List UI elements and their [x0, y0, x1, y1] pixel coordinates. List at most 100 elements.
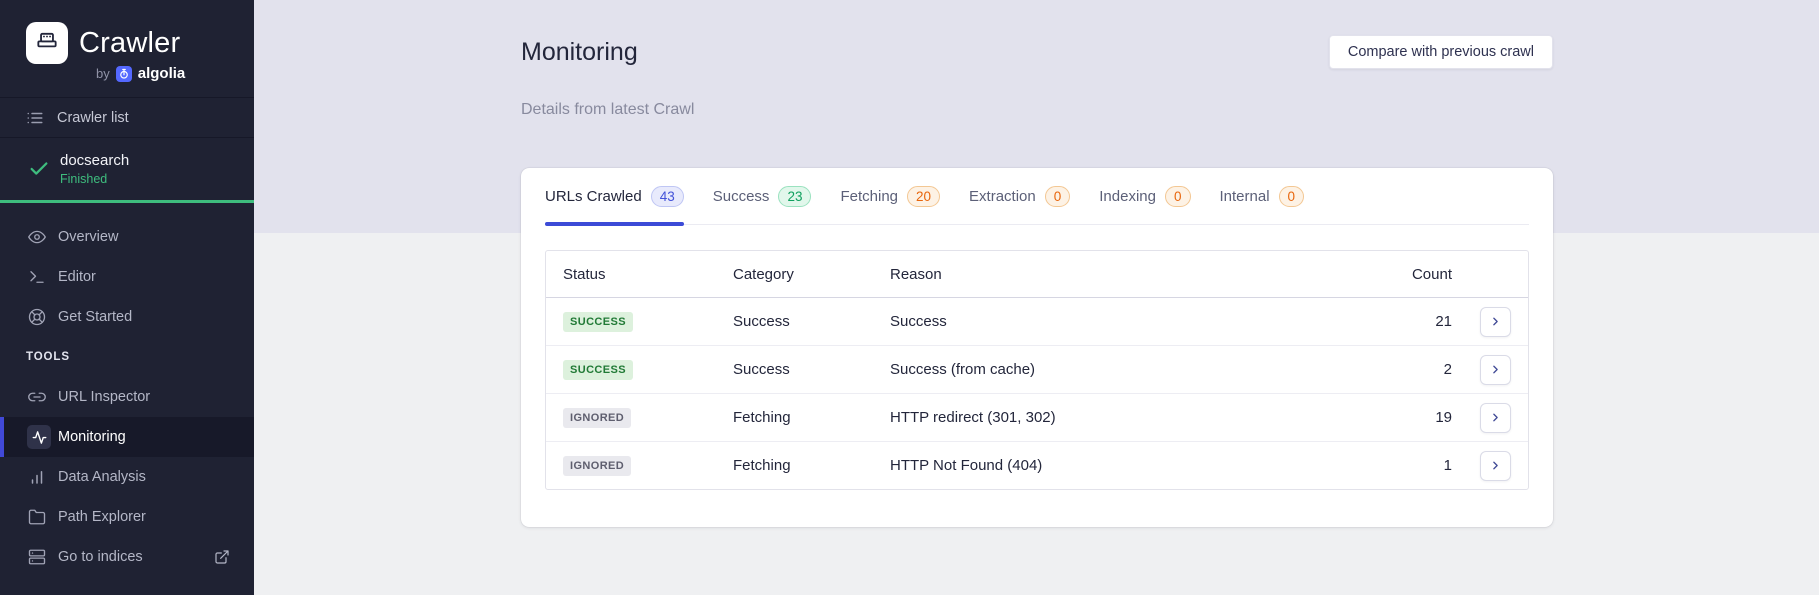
crawler-name: docsearch — [60, 152, 130, 169]
app-title: Crawler — [79, 26, 181, 59]
sidebar-item-label: Path Explorer — [58, 509, 146, 525]
sidebar-item-path-explorer[interactable]: Path Explorer — [0, 497, 254, 537]
sidebar-item-url-inspector[interactable]: URL Inspector — [0, 377, 254, 417]
reason-cell: Success (from cache) — [890, 361, 1036, 378]
reason-cell: HTTP Not Found (404) — [890, 457, 1043, 474]
sidebar-item-label: Get Started — [58, 309, 133, 325]
page-subtitle: Details from latest Crawl — [521, 101, 695, 118]
tab-label: Fetching — [840, 187, 899, 205]
reason-cell: Success — [890, 313, 947, 330]
tab-extraction[interactable]: Extraction 0 — [969, 168, 1071, 224]
table-row: IGNORED Fetching HTTP Not Found (404) 1 — [546, 441, 1528, 489]
crawler-list-label: Crawler list — [57, 109, 129, 126]
tab-count-badge: 0 — [1164, 185, 1191, 207]
sidebar-item-go-to-indices[interactable]: Go to indices — [0, 537, 254, 577]
chevron-right-icon — [1492, 317, 1498, 326]
brand-name: algolia — [137, 65, 186, 82]
lifebuoy-icon — [28, 308, 46, 326]
sidebar-item-get-started[interactable]: Get Started — [0, 297, 254, 337]
category-cell: Fetching — [733, 409, 791, 426]
app-logo: Crawler by algolia — [0, 0, 254, 98]
category-cell: Success — [733, 361, 790, 378]
indices-icon — [28, 548, 46, 566]
sidebar-item-crawler-list[interactable]: Crawler list — [0, 98, 254, 138]
tab-fetching[interactable]: Fetching 20 — [840, 168, 941, 224]
table-row: SUCCESS Success Success (from cache) 2 — [546, 345, 1528, 393]
table-header-row: Status Category Reason Count — [546, 251, 1528, 297]
row-expand-button[interactable] — [1479, 450, 1511, 481]
status-badge: IGNORED — [563, 407, 632, 428]
tab-bar: URLs Crawled 43 Success 23 Fetching 20 E… — [545, 168, 1529, 226]
tab-label: Success — [712, 187, 770, 205]
status-badge: SUCCESS — [563, 311, 633, 332]
crawler-logo-icon — [26, 22, 68, 64]
status-badge: SUCCESS — [563, 359, 633, 380]
tab-success[interactable]: Success 23 — [713, 168, 812, 224]
algolia-logo-icon — [115, 65, 132, 82]
main-content: Monitoring Compare with previous crawl D… — [254, 0, 1819, 595]
sidebar-nav: Overview Editor Get Started TOOLS URL In… — [0, 217, 254, 577]
count-cell: 19 — [1435, 409, 1452, 426]
column-header-count: Count — [1411, 265, 1452, 283]
list-icon — [26, 109, 44, 127]
tab-label: Indexing — [1099, 187, 1156, 205]
activity-icon — [27, 425, 51, 449]
chevron-right-icon — [1492, 461, 1498, 470]
tab-label: Extraction — [969, 187, 1036, 205]
page-header: Monitoring Compare with previous crawl — [521, 33, 1553, 71]
table-row: SUCCESS Success Success 21 — [546, 297, 1528, 345]
row-expand-button[interactable] — [1479, 306, 1511, 337]
chevron-right-icon — [1492, 413, 1498, 422]
bar-chart-icon — [28, 468, 46, 486]
page-title: Monitoring — [521, 37, 638, 66]
tab-label: Internal — [1219, 187, 1270, 205]
by-label: by — [96, 66, 110, 81]
current-crawler-status[interactable]: docsearch Finished — [0, 138, 254, 203]
tab-count-badge: 43 — [650, 185, 684, 207]
tab-count-badge: 20 — [907, 185, 941, 207]
tab-internal[interactable]: Internal 0 — [1220, 168, 1305, 224]
tab-urls-crawled[interactable]: URLs Crawled 43 — [545, 168, 684, 226]
column-header-category: Category — [733, 265, 794, 283]
status-badge: IGNORED — [563, 455, 632, 476]
sidebar-item-label: Editor — [58, 269, 96, 285]
reason-cell: HTTP redirect (301, 302) — [890, 409, 1056, 426]
check-icon — [28, 158, 50, 180]
sidebar-item-label: Monitoring — [58, 429, 126, 445]
compare-with-previous-crawl-button[interactable]: Compare with previous crawl — [1328, 35, 1553, 69]
tab-count-badge: 23 — [778, 185, 812, 207]
sidebar: Crawler by algolia Crawler list docsearc… — [0, 0, 254, 595]
tab-indexing[interactable]: Indexing 0 — [1099, 168, 1191, 224]
count-cell: 21 — [1435, 313, 1452, 330]
crawler-state-badge: Finished — [60, 172, 108, 186]
monitoring-card: URLs Crawled 43 Success 23 Fetching 20 E… — [521, 168, 1553, 527]
sidebar-item-data-analysis[interactable]: Data Analysis — [0, 457, 254, 497]
terminal-icon — [28, 268, 46, 286]
count-cell: 2 — [1443, 361, 1452, 378]
category-cell: Fetching — [733, 457, 791, 474]
row-expand-button[interactable] — [1479, 354, 1511, 385]
sidebar-item-editor[interactable]: Editor — [0, 257, 254, 297]
tab-label: URLs Crawled — [545, 187, 642, 205]
sidebar-item-overview[interactable]: Overview — [0, 217, 254, 257]
tab-count-badge: 0 — [1044, 185, 1071, 207]
column-header-reason: Reason — [890, 265, 942, 283]
chevron-right-icon — [1492, 365, 1498, 374]
column-header-status: Status — [563, 265, 606, 283]
category-cell: Success — [733, 313, 790, 330]
sidebar-item-label: URL Inspector — [58, 389, 151, 405]
external-link-icon — [214, 549, 230, 565]
count-cell: 1 — [1443, 457, 1452, 474]
row-expand-button[interactable] — [1479, 402, 1511, 433]
folder-icon — [28, 508, 46, 526]
tools-section-heading: TOOLS — [26, 351, 70, 363]
sidebar-item-monitoring[interactable]: Monitoring — [0, 417, 254, 457]
sidebar-item-label: Overview — [58, 229, 119, 245]
table-row: IGNORED Fetching HTTP redirect (301, 302… — [546, 393, 1528, 441]
tab-count-badge: 0 — [1278, 185, 1305, 207]
link-icon — [28, 388, 46, 406]
crawl-results-table: Status Category Reason Count SUCCESS Suc… — [545, 250, 1529, 490]
eye-icon — [28, 228, 46, 246]
sidebar-item-label: Data Analysis — [58, 469, 146, 485]
sidebar-item-label: Go to indices — [58, 549, 143, 565]
